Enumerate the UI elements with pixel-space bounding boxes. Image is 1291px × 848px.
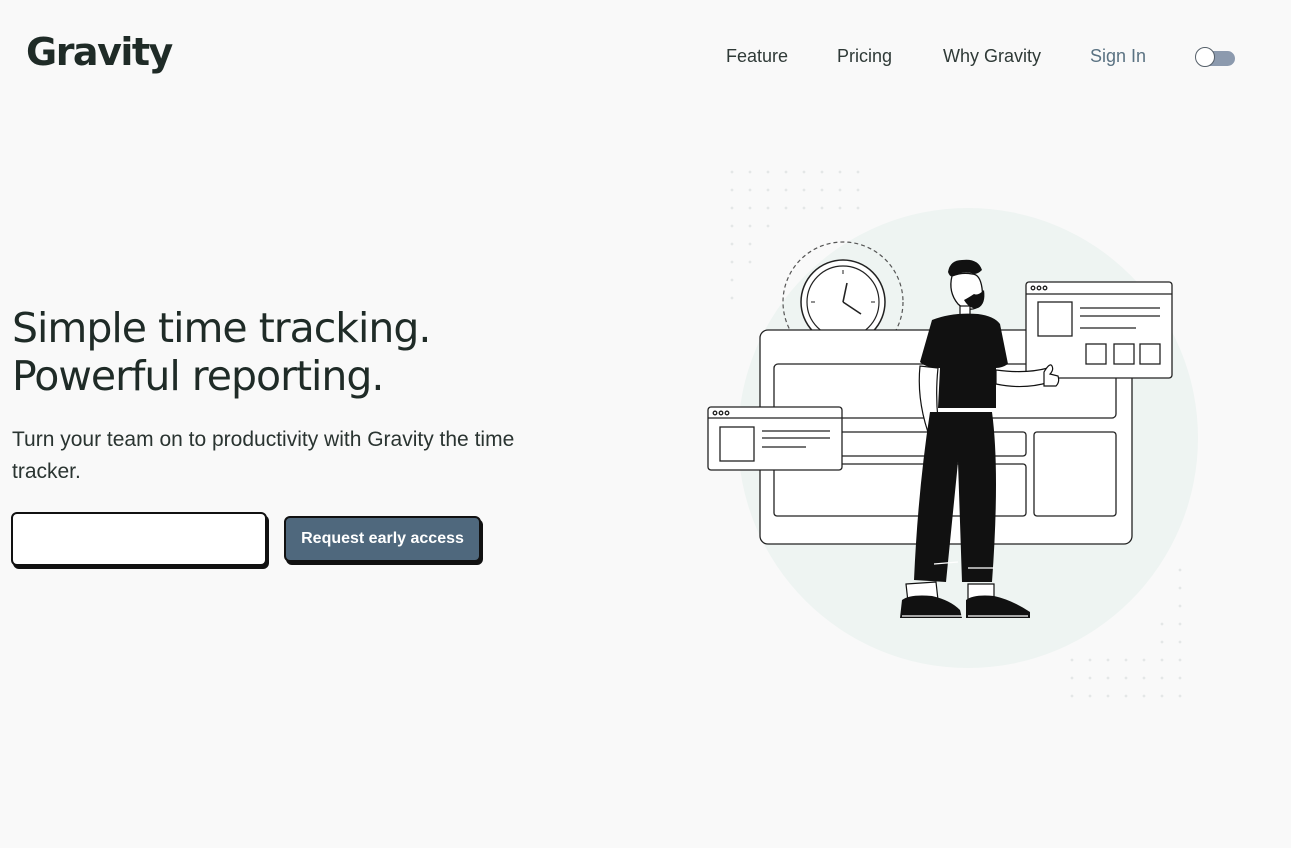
hero-illustration bbox=[707, 170, 1198, 698]
hero-subtext: Turn your team on to productivity with G… bbox=[12, 428, 515, 483]
email-input[interactable] bbox=[11, 512, 267, 566]
hero-headline: Simple time tracking. Powerful reporting… bbox=[12, 304, 431, 400]
sign-in-link[interactable]: Sign In bbox=[1090, 46, 1146, 67]
headline-line-1: Simple time tracking. bbox=[12, 304, 431, 352]
main-nav: Feature Pricing Why Gravity Sign In bbox=[0, 46, 1291, 72]
nav-feature-link[interactable]: Feature bbox=[726, 46, 788, 67]
theme-toggle[interactable] bbox=[1195, 47, 1235, 69]
large-browser-window bbox=[1025, 281, 1173, 379]
request-early-access-button[interactable]: Request early access bbox=[284, 516, 481, 562]
headline-line-2: Powerful reporting. bbox=[12, 352, 384, 400]
nav-pricing-link[interactable]: Pricing bbox=[837, 46, 892, 67]
nav-why-gravity-link[interactable]: Why Gravity bbox=[943, 46, 1041, 67]
small-browser-window bbox=[707, 406, 843, 471]
toggle-knob bbox=[1195, 47, 1215, 67]
